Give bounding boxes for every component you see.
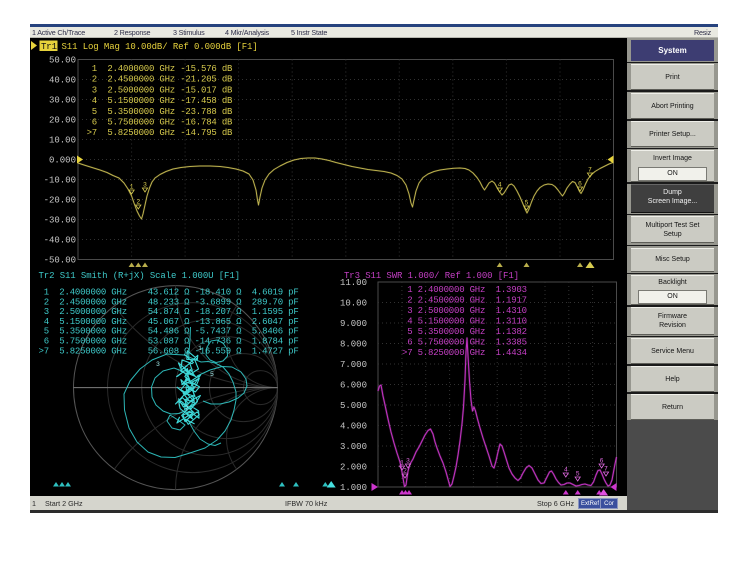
svg-text:5 5.3500000 GHz -23.788 dB: 5 5.3500000 GHz -23.788 dB bbox=[87, 107, 233, 117]
svg-text:6 5.7500000 GHz 53.087 Ω -: 6 5.7500000 GHz 53.087 Ω -14.736 Ω 1.878… bbox=[39, 337, 299, 347]
svg-text:4 5.1500000 GHz 45.067 Ω -: 4 5.1500000 GHz 45.067 Ω -13.865 Ω 2.604… bbox=[39, 317, 299, 327]
svg-text:5: 5 bbox=[576, 471, 580, 478]
svg-text:6 5.7500000 GHz -16.784 dB: 6 5.7500000 GHz -16.784 dB bbox=[87, 118, 233, 128]
svg-text:7: 7 bbox=[604, 466, 608, 473]
svg-text:2: 2 bbox=[136, 199, 140, 206]
svg-text:>7 5.8250000 GHz 56.608 Ω: >7 5.8250000 GHz 56.608 Ω -16.559 Ω 1.47… bbox=[39, 346, 299, 356]
svg-text:-10.00: -10.00 bbox=[44, 176, 76, 186]
svg-text:6: 6 bbox=[600, 458, 604, 465]
svg-text:>7 5.8250000 GHz -14.795 dB: >7 5.8250000 GHz -14.795 dB bbox=[87, 128, 233, 138]
svg-text:1 2.4000000 GHz 1.3903: 1 2.4000000 GHz 1.3903 bbox=[402, 285, 527, 295]
svg-text:4 5.1500000 GHz -17.458 dB: 4 5.1500000 GHz -17.458 dB bbox=[87, 96, 233, 106]
svg-text:-40.00: -40.00 bbox=[44, 236, 76, 246]
svg-text:S11 Log Mag 10.00dB/ Ref 0.000: S11 Log Mag 10.00dB/ Ref 0.000dB [F1] bbox=[62, 42, 258, 52]
svg-text:1.000: 1.000 bbox=[340, 483, 367, 493]
svg-text:5 5.3500000 GHz 1.1382: 5 5.3500000 GHz 1.1382 bbox=[402, 327, 527, 337]
svg-text:10.00: 10.00 bbox=[49, 136, 76, 146]
svg-text:7: 7 bbox=[185, 405, 189, 412]
svg-text:40.00: 40.00 bbox=[49, 76, 76, 86]
svg-text:3: 3 bbox=[406, 458, 410, 465]
svg-text:1 2.4000000 GHz 43.612 Ω -: 1 2.4000000 GHz 43.612 Ω -18.410 Ω 4.601… bbox=[39, 288, 299, 298]
svg-text:10.00: 10.00 bbox=[340, 299, 367, 309]
svg-text:4.000: 4.000 bbox=[340, 422, 367, 432]
svg-text:4: 4 bbox=[498, 182, 502, 189]
svg-text:9.000: 9.000 bbox=[340, 319, 367, 329]
svg-text:3: 3 bbox=[143, 182, 147, 189]
svg-text:20.00: 20.00 bbox=[49, 116, 76, 126]
svg-text:3 2.5000000 GHz 1.4310: 3 2.5000000 GHz 1.4310 bbox=[402, 306, 527, 316]
svg-text:2 2.4500000 GHz -21.205 dB: 2 2.4500000 GHz -21.205 dB bbox=[87, 75, 233, 85]
svg-text:Tr2 S11 Smith (R+jX) Scale 1.0: Tr2 S11 Smith (R+jX) Scale 1.000U [F1] bbox=[39, 271, 240, 281]
svg-text:5.000: 5.000 bbox=[340, 401, 367, 411]
svg-text:-20.00: -20.00 bbox=[44, 196, 76, 206]
svg-text:8.000: 8.000 bbox=[340, 340, 367, 350]
svg-text:>7 5.8250000 GHz 1.4434: >7 5.8250000 GHz 1.4434 bbox=[402, 348, 527, 358]
svg-text:1: 1 bbox=[198, 345, 202, 352]
svg-text:Tr1: Tr1 bbox=[41, 42, 57, 52]
svg-text:2.000: 2.000 bbox=[340, 463, 367, 473]
svg-text:0.000: 0.000 bbox=[49, 156, 76, 166]
svg-text:4 5.1500000 GHz 1.3110: 4 5.1500000 GHz 1.3110 bbox=[402, 316, 527, 326]
svg-text:6.000: 6.000 bbox=[340, 381, 367, 391]
svg-text:2: 2 bbox=[403, 468, 407, 475]
svg-text:7.000: 7.000 bbox=[340, 360, 367, 370]
svg-text:-30.00: -30.00 bbox=[44, 216, 76, 226]
svg-text:3: 3 bbox=[156, 361, 160, 368]
svg-text:30.00: 30.00 bbox=[49, 96, 76, 106]
svg-text:3 2.5000000 GHz -15.017 dB: 3 2.5000000 GHz -15.017 dB bbox=[87, 85, 233, 95]
svg-text:1: 1 bbox=[130, 184, 134, 191]
svg-text:7: 7 bbox=[588, 167, 592, 174]
svg-text:5: 5 bbox=[210, 371, 214, 378]
svg-text:2 2.4500000 GHz 48.233 Ω -: 2 2.4500000 GHz 48.233 Ω -3.6899 Ω 289.7… bbox=[39, 297, 299, 307]
svg-text:6 5.7500000 GHz 1.3385: 6 5.7500000 GHz 1.3385 bbox=[402, 337, 527, 347]
svg-text:3.000: 3.000 bbox=[340, 442, 367, 452]
svg-text:-50.00: -50.00 bbox=[44, 256, 76, 266]
svg-text:4: 4 bbox=[564, 467, 568, 474]
svg-text:1 2.4000000 GHz -15.576 dB: 1 2.4000000 GHz -15.576 dB bbox=[87, 64, 233, 74]
svg-text:50.00: 50.00 bbox=[49, 56, 76, 66]
svg-text:2 2.4500000 GHz 1.1917: 2 2.4500000 GHz 1.1917 bbox=[402, 295, 527, 305]
svg-text:5: 5 bbox=[525, 200, 529, 207]
svg-text:Tr3 S11 SWR 1.000/ Ref 1.000 [: Tr3 S11 SWR 1.000/ Ref 1.000 [F1] bbox=[344, 271, 519, 281]
svg-text:5 5.3500000 GHz 54.486 Ω -: 5 5.3500000 GHz 54.486 Ω -5.7437 Ω 5.840… bbox=[39, 327, 299, 337]
svg-text:3 2.5000000 GHz 54.874 Ω -: 3 2.5000000 GHz 54.874 Ω -18.207 Ω 1.159… bbox=[39, 307, 299, 317]
svg-text:6: 6 bbox=[578, 181, 582, 188]
svg-text:1: 1 bbox=[400, 460, 404, 467]
